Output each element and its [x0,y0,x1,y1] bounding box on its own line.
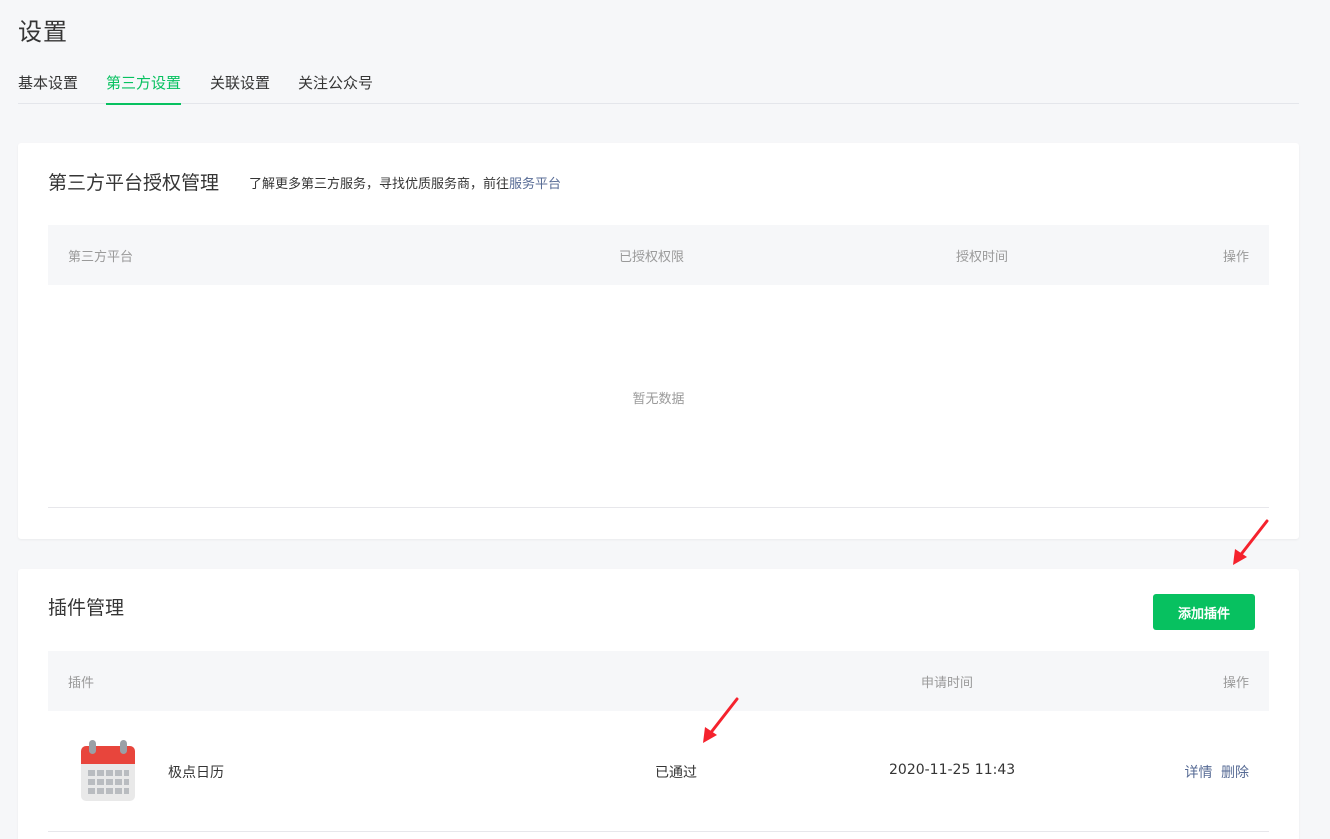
settings-tabs: 基本设置 第三方设置 关联设置 关注公众号 [18,62,1299,105]
empty-state: 暂无数据 [632,392,685,407]
col-apply-time: 申请时间 [921,676,974,691]
col-auth-action: 操作 [1222,250,1249,265]
page-title: 设置 [18,18,68,46]
settings-page: 设置 基本设置 第三方设置 关联设置 关注公众号 第三方平台授权管理 了解更多第… [0,0,1330,839]
plugin-management-card: 插件管理 添加插件 插件 申请时间 操作 极点日历 已通过 2020-11-25… [18,569,1299,839]
table-row: 极点日历 已通过 2020-11-25 11:43 详情 删除 [48,711,1269,831]
tab-basic-settings[interactable]: 基本设置 [18,72,78,104]
plugin-delete-link[interactable]: 删除 [1221,765,1249,781]
tab-follow-account[interactable]: 关注公众号 [298,72,373,104]
col-plugin-action: 操作 [1222,676,1249,691]
auth-management-card: 第三方平台授权管理 了解更多第三方服务，寻找优质服务商，前往服务平台 第三方平台… [18,143,1299,539]
tab-linked-settings[interactable]: 关联设置 [210,72,270,104]
plugin-row-divider [48,831,1269,832]
plugin-name: 极点日历 [168,765,224,781]
plugin-apply-time: 2020-11-25 11:43 [889,762,1016,778]
add-plugin-button[interactable]: 添加插件 [1153,594,1255,630]
col-third-party-platform: 第三方平台 [68,250,134,265]
auth-table-divider [48,507,1269,508]
plugin-actions: 详情 删除 [1185,762,1249,782]
auth-section-title: 第三方平台授权管理 [48,172,220,194]
col-authorized-permissions: 已授权权限 [619,250,685,265]
plugin-status: 已通过 [655,765,697,781]
auth-desc-text: 了解更多第三方服务，寻找优质服务商，前往 [249,177,510,192]
tab-third-party-settings[interactable]: 第三方设置 [106,72,182,105]
col-plugin: 插件 [68,676,95,691]
col-auth-time: 授权时间 [956,250,1009,265]
service-platform-link[interactable]: 服务平台 [509,177,561,192]
calendar-icon [81,740,135,801]
auth-table-header: 第三方平台 已授权权限 授权时间 操作 [48,225,1269,285]
plugin-detail-link[interactable]: 详情 [1185,765,1213,781]
plugin-table-header: 插件 申请时间 操作 [48,651,1269,711]
plugin-section-title: 插件管理 [48,597,125,619]
auth-section-desc: 了解更多第三方服务，寻找优质服务商，前往服务平台 [249,173,561,192]
